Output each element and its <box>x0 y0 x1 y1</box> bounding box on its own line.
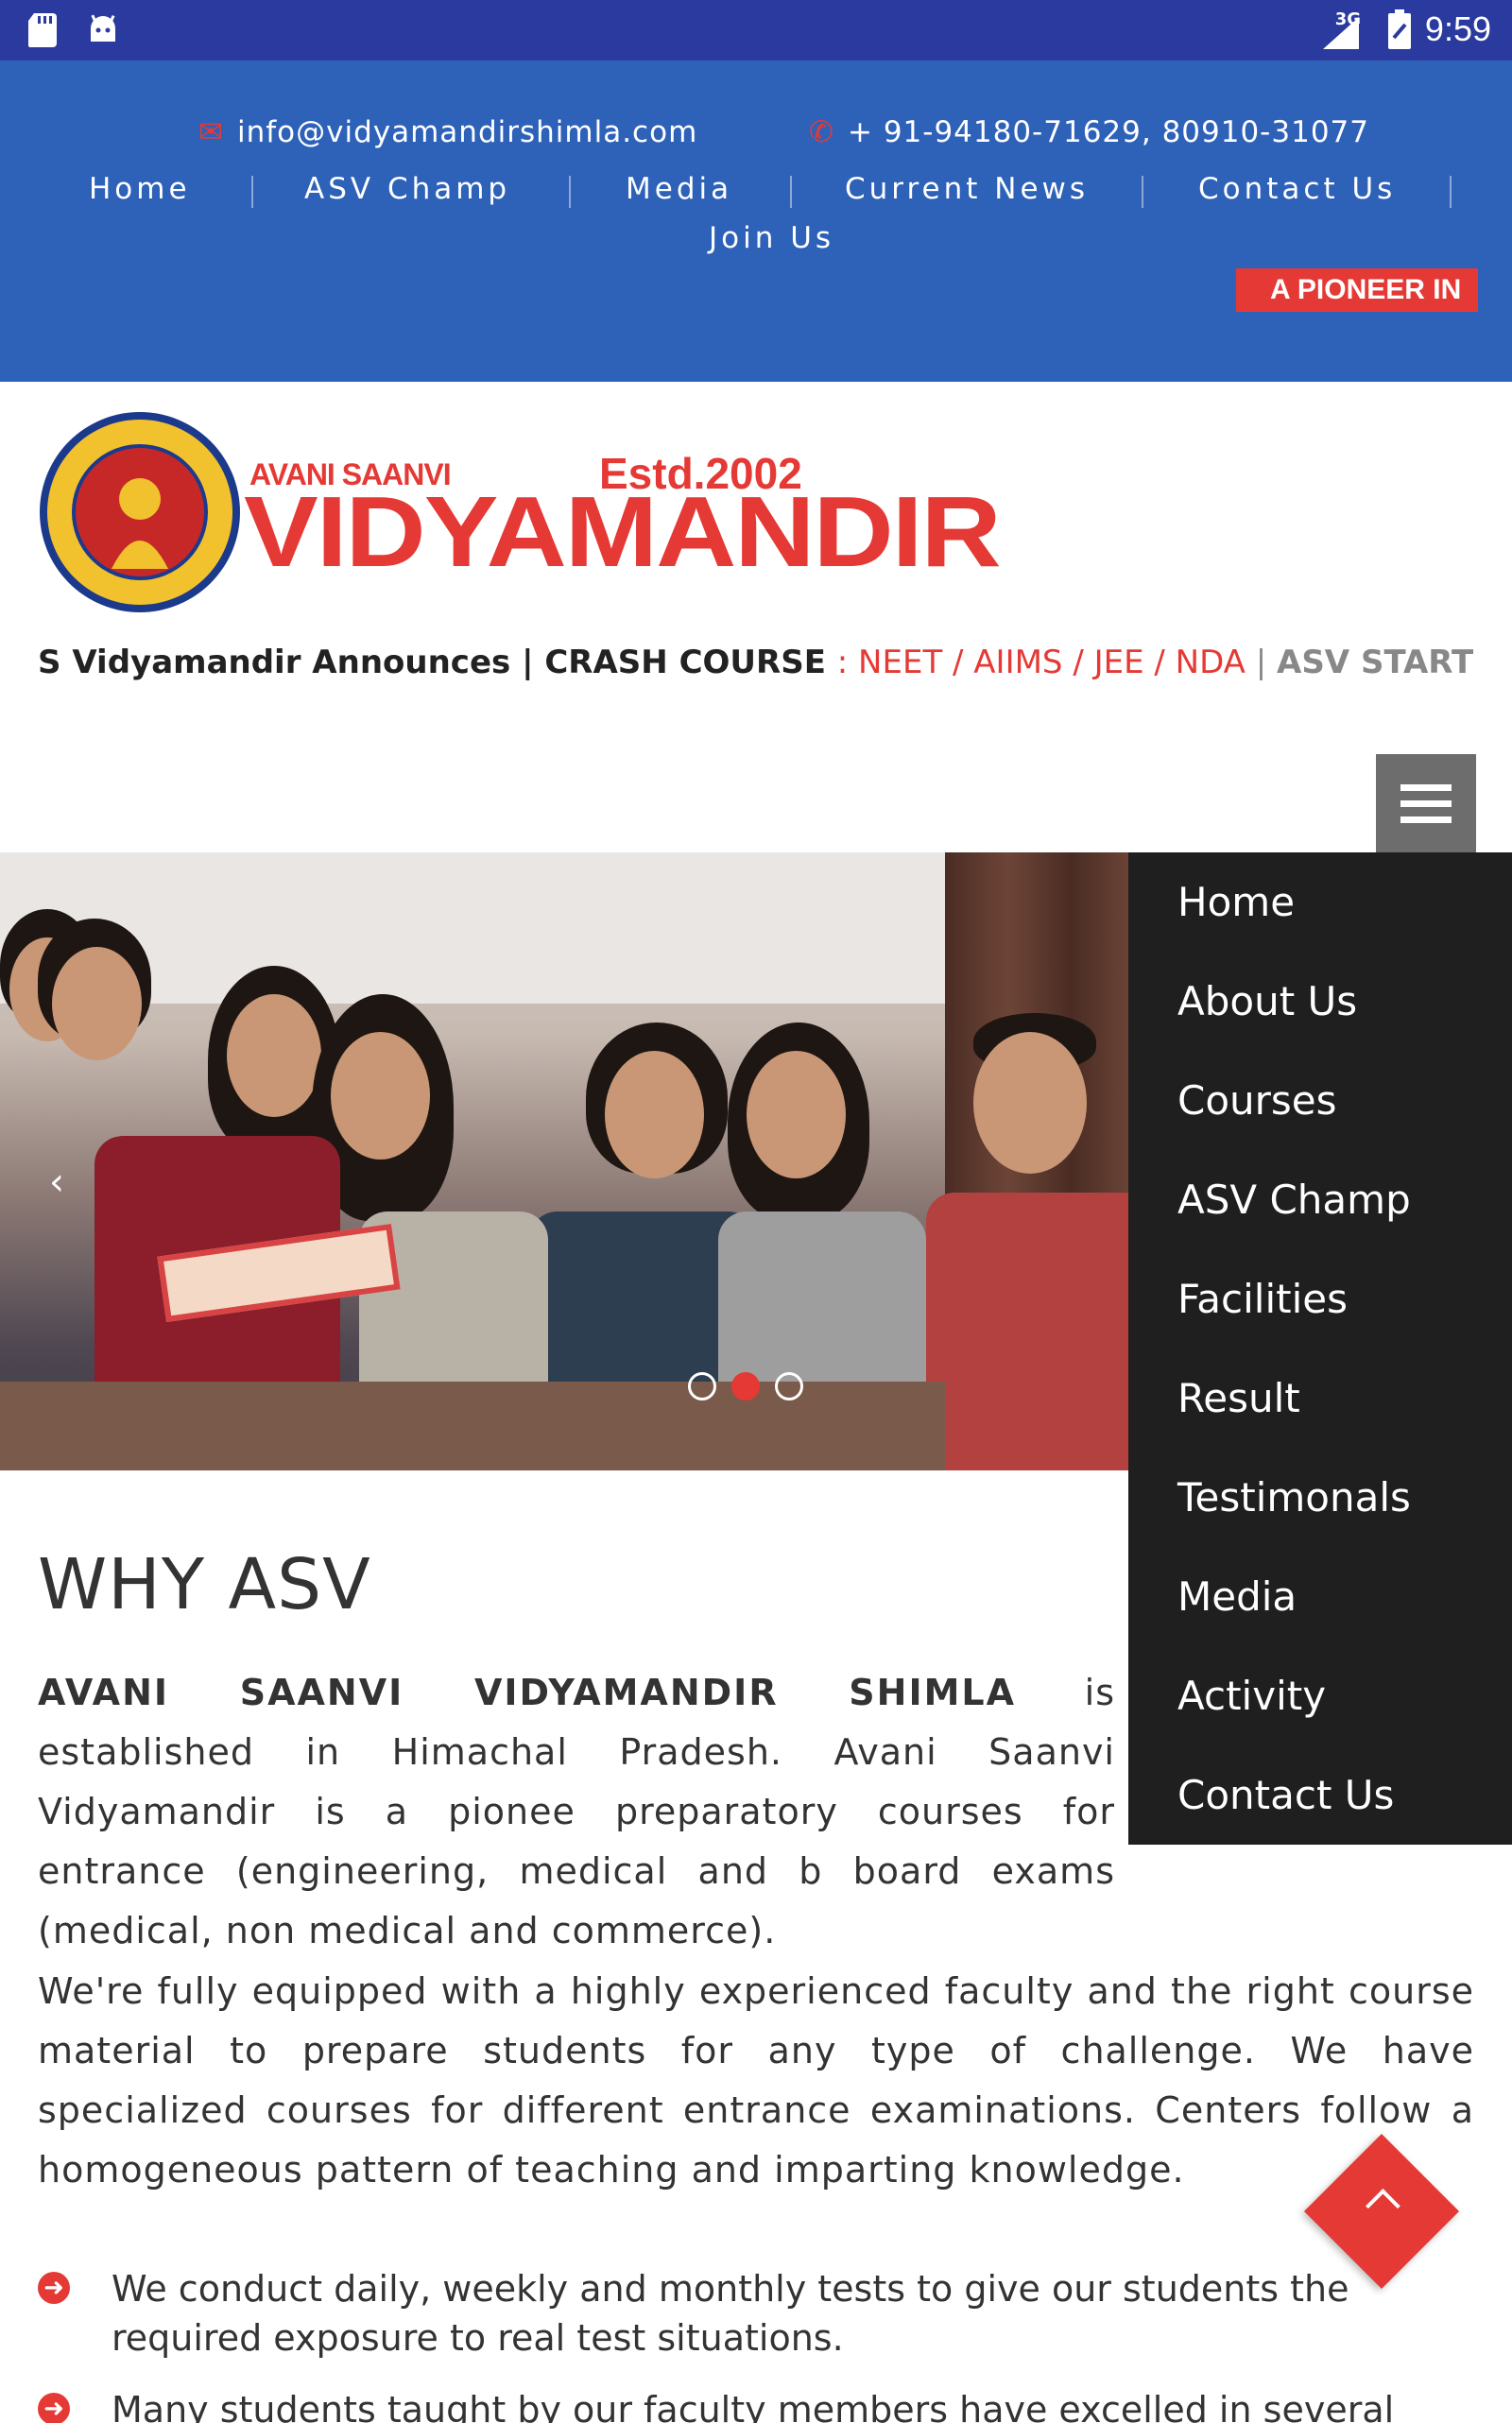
list-item-text: We conduct daily, weekly and monthly tes… <box>112 2268 1349 2359</box>
photo-person <box>331 1032 430 1160</box>
email-text[interactable]: info@vidyamandirshimla.com <box>237 115 697 149</box>
hamburger-icon-bar <box>1400 816 1452 823</box>
faculty-paragraph: We're fully equipped with a highly exper… <box>38 1970 1474 2191</box>
hamburger-icon-bar <box>1400 799 1452 807</box>
clock: 9:59 <box>1424 9 1491 48</box>
photo-person <box>227 994 321 1117</box>
drawer-item-about-us[interactable]: About Us <box>1128 952 1512 1051</box>
nav-divider <box>1450 176 1452 208</box>
brand-title: VIDYAMANDIR <box>244 475 1002 589</box>
ticker-separator: | <box>1255 644 1277 681</box>
announcement-ticker[interactable]: S Vidyamandir Announces | CRASH COURSE :… <box>38 639 1474 686</box>
ticker-highlight: : NEET / AIIMS / JEE / NDA <box>836 644 1256 681</box>
top-nav-media[interactable]: Media <box>626 172 732 206</box>
drawer-item-facilities[interactable]: Facilities <box>1128 1249 1512 1349</box>
status-bar: 3G 9:59 <box>0 0 1512 60</box>
slider-dot[interactable] <box>688 1372 716 1401</box>
battery-icon <box>1388 9 1411 49</box>
ticker-text: S Vidyamandir Announces | CRASH COURSE <box>38 644 837 681</box>
slider-prev-chevron-icon[interactable]: ‹ <box>49 1160 64 1204</box>
drawer-item-media[interactable]: Media <box>1128 1547 1512 1646</box>
school-emblem-logo[interactable] <box>36 408 244 616</box>
photo-person <box>926 1193 1153 1470</box>
phone-text[interactable]: + 91-94180-71629, 80910-31077 <box>848 115 1369 149</box>
top-nav-current-news[interactable]: Current News <box>845 172 1089 206</box>
signal-icon <box>1323 17 1359 49</box>
envelope-icon: ✉ <box>198 115 224 149</box>
phone-contact[interactable]: ✆ + 91-94180-71629, 80910-31077 <box>809 115 1369 149</box>
slider-dot[interactable] <box>775 1372 803 1401</box>
drawer-item-testimonals[interactable]: Testimonals <box>1128 1448 1512 1547</box>
photo-person <box>973 1032 1087 1174</box>
arrow-right-circle-icon: ➜ <box>38 2272 70 2304</box>
pioneer-banner: A PIONEER IN <box>1236 268 1478 312</box>
nav-divider <box>1142 176 1143 208</box>
top-nav-asv-champ[interactable]: ASV Champ <box>304 172 510 206</box>
nav-divider <box>569 176 571 208</box>
hamburger-icon <box>1400 783 1452 791</box>
photo-table <box>0 1382 945 1470</box>
slider-pagination <box>688 1372 803 1401</box>
menu-toggle-button[interactable] <box>1376 754 1476 852</box>
photo-person <box>747 1051 846 1178</box>
side-drawer-menu: Home About Us Courses ASV Champ Faciliti… <box>1128 852 1512 1845</box>
list-item-text: Many students taught by our faculty memb… <box>112 2389 1395 2423</box>
photo-person <box>52 947 142 1060</box>
list-item: ➜ We conduct daily, weekly and monthly t… <box>38 2264 1399 2368</box>
drawer-item-contact-us[interactable]: Contact Us <box>1128 1745 1512 1845</box>
drawer-item-courses[interactable]: Courses <box>1128 1051 1512 1150</box>
drawer-item-result[interactable]: Result <box>1128 1349 1512 1448</box>
phone-icon: ✆ <box>809 115 834 149</box>
drawer-item-activity[interactable]: Activity <box>1128 1646 1512 1745</box>
top-nav-join-us[interactable]: Join Us <box>709 221 834 255</box>
intro-paragraph-text: is established in Himachal Pradesh. Avan… <box>38 1672 1115 1951</box>
nav-divider <box>251 176 253 208</box>
drawer-item-home[interactable]: Home <box>1128 852 1512 952</box>
nav-divider <box>790 176 792 208</box>
top-nav-contact-us[interactable]: Contact Us <box>1198 172 1396 206</box>
arrow-right-circle-icon: ➜ <box>38 2393 70 2423</box>
sd-card-icon <box>28 13 57 47</box>
top-nav-home[interactable]: Home <box>89 172 191 206</box>
list-item: ➜ Many students taught by our faculty me… <box>38 2385 1399 2423</box>
android-icon <box>91 14 115 42</box>
drawer-item-asv-champ[interactable]: ASV Champ <box>1128 1150 1512 1249</box>
photo-person <box>605 1051 704 1178</box>
chevron-up-icon <box>1366 2188 1400 2224</box>
top-contact-bar: ✉ info@vidyamandirshimla.com ✆ + 91-94180-… <box>0 60 1512 382</box>
intro-paragraph: AVANI SAANVI VIDYAMANDIR SHIMLA is estab… <box>38 1663 1115 1961</box>
school-name-bold: AVANI SAANVI VIDYAMANDIR SHIMLA <box>38 1672 1017 1713</box>
slider-dot-active[interactable] <box>731 1372 760 1401</box>
section-title: WHY ASV <box>38 1544 371 1625</box>
ticker-text-2: ASV STARTED COA <box>1277 644 1474 681</box>
email-contact[interactable]: ✉ info@vidyamandirshimla.com <box>198 115 697 149</box>
